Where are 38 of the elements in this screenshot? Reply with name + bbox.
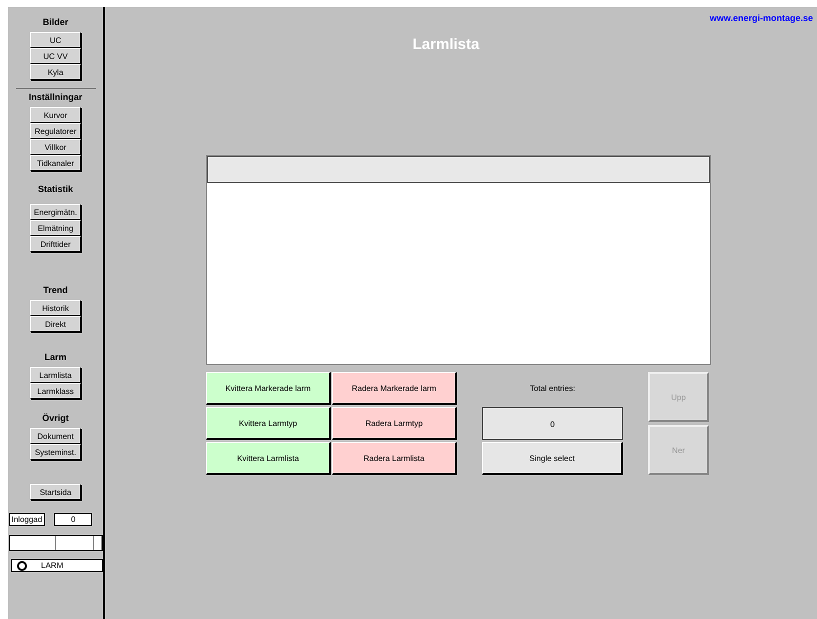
- website-link[interactable]: www.energi-montage.se: [710, 13, 813, 23]
- nav-button[interactable]: Historik: [30, 300, 81, 316]
- action-button[interactable]: Kvittera Larmlista: [206, 442, 331, 475]
- nav-button[interactable]: UC VV: [30, 48, 81, 64]
- login-value: 0: [54, 513, 92, 526]
- action-button[interactable]: Kvittera Larmtyp: [206, 407, 331, 440]
- nav-button[interactable]: Villkor: [30, 139, 81, 155]
- nav-button[interactable]: Larmklass: [30, 383, 81, 399]
- action-button[interactable]: Radera Larmlista: [332, 442, 457, 475]
- section-heading: Statistik: [38, 184, 73, 195]
- nav-button[interactable]: Systeminst.: [30, 444, 81, 460]
- action-button[interactable]: Radera Markerade larm: [332, 372, 457, 405]
- nav-button[interactable]: Energimätn.: [30, 204, 81, 220]
- login-label: Inloggad: [8, 513, 46, 526]
- action-button[interactable]: Kvittera Markerade larm: [206, 372, 331, 405]
- section-heading: Trend: [43, 285, 68, 296]
- home-button[interactable]: Startsida: [30, 484, 81, 500]
- alarm-list[interactable]: [206, 155, 710, 365]
- nav-button[interactable]: Direkt: [30, 316, 81, 332]
- page-title: Larmlista: [412, 36, 480, 53]
- alarm-label: LARM: [41, 561, 64, 570]
- nav-button[interactable]: Larmlista: [30, 367, 81, 383]
- action-button[interactable]: Radera Larmtyp: [332, 407, 457, 440]
- section-heading: Inställningar: [28, 92, 82, 103]
- nav-button[interactable]: Drifttider: [30, 236, 81, 252]
- nav-button[interactable]: UC: [30, 32, 81, 48]
- nav-button[interactable]: Kurvor: [30, 107, 81, 123]
- section-heading: Bilder: [42, 17, 68, 28]
- nav-button[interactable]: Regulatorer: [30, 123, 81, 139]
- section-heading: Larm: [44, 352, 66, 363]
- nav-button[interactable]: Dokument: [30, 428, 81, 444]
- nav-button[interactable]: Tidkanaler: [30, 155, 81, 171]
- nav-button[interactable]: Kyla: [30, 64, 81, 80]
- nav-button[interactable]: Elmätning: [30, 220, 81, 236]
- total-entries-label: Total entries:: [530, 383, 576, 395]
- total-entries-value: 0: [482, 407, 623, 440]
- select-mode-button[interactable]: Single select: [482, 442, 623, 475]
- section-heading: Övrigt: [42, 413, 69, 424]
